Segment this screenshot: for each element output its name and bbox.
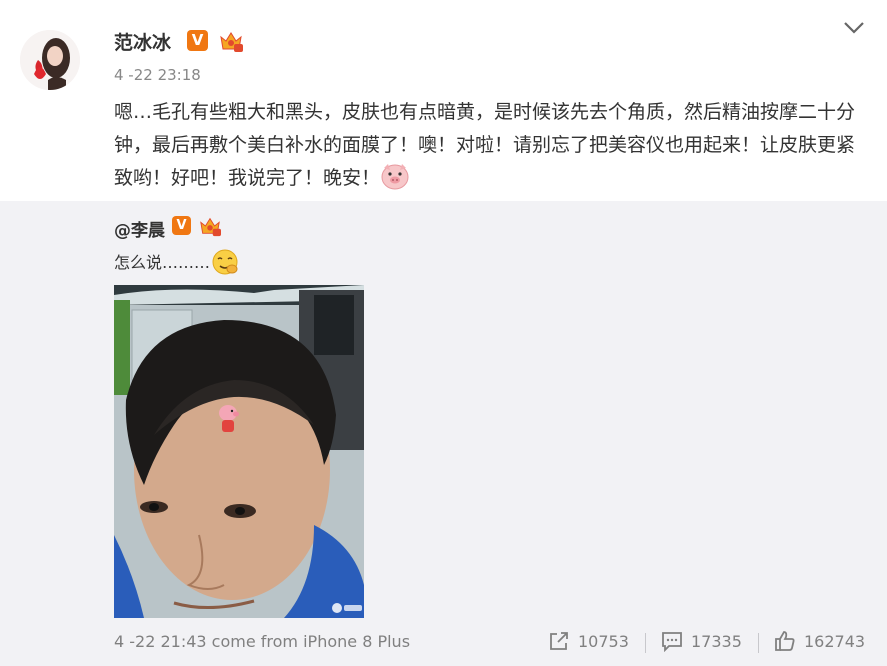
face-emoji-icon xyxy=(210,247,240,277)
post-photo[interactable] xyxy=(114,285,364,618)
verified-badge-icon: V xyxy=(187,30,208,51)
comment-count: 17335 xyxy=(691,631,742,651)
comment-icon xyxy=(662,632,682,652)
repost-footer-time[interactable]: 4 -22 21:43 come from iPhone 8 Plus xyxy=(114,632,410,651)
verified-badge-icon: V xyxy=(172,216,191,235)
repost-text: 怎么说……… xyxy=(114,247,240,277)
divider xyxy=(758,633,759,653)
repost-username[interactable]: @李晨 xyxy=(114,216,165,241)
crown-badge-icon xyxy=(218,29,244,53)
repost-text-body: 怎么说……… xyxy=(114,253,211,272)
crown-badge-icon xyxy=(198,215,222,237)
comment-button[interactable]: 17335 xyxy=(661,630,742,652)
thumbs-up-icon xyxy=(775,631,795,651)
divider xyxy=(645,633,646,653)
post-timestamp[interactable]: 4 -22 23:18 xyxy=(114,66,201,84)
share-count: 10753 xyxy=(578,631,629,651)
post-text-body: 嗯…毛孔有些粗大和黑头，皮肤也有点暗黄，是时候该先去个角质，然后精油按摩二十分钟… xyxy=(114,101,856,189)
share-button[interactable]: 10753 xyxy=(548,630,629,652)
like-count: 162743 xyxy=(804,631,866,651)
post-username[interactable]: 范冰冰 xyxy=(114,28,171,55)
share-icon xyxy=(550,632,568,650)
chevron-down-icon[interactable] xyxy=(842,20,866,36)
post-text: 嗯…毛孔有些粗大和黑头，皮肤也有点暗黄，是时候该先去个角质，然后精油按摩二十分钟… xyxy=(114,96,859,195)
pig-emoji-icon xyxy=(380,162,410,190)
avatar[interactable] xyxy=(20,30,80,90)
like-button[interactable]: 162743 xyxy=(774,630,865,652)
